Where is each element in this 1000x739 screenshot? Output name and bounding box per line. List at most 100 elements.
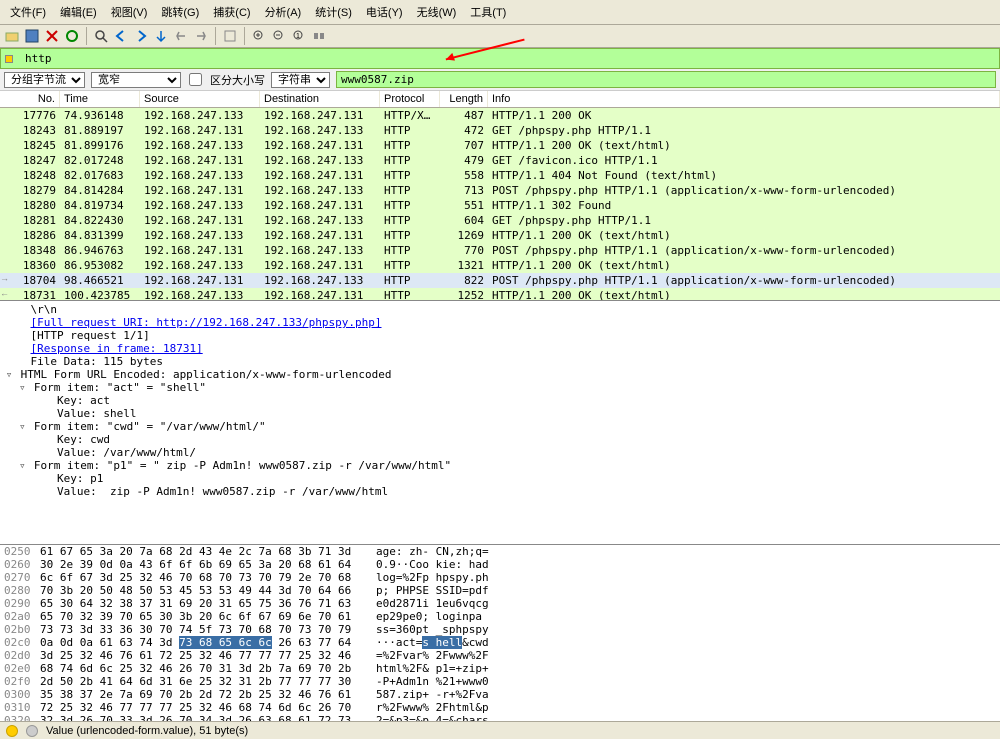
reload-icon[interactable] (64, 28, 80, 44)
search-input[interactable]: www0587.zip (336, 71, 996, 88)
display-filter-input[interactable] (21, 51, 995, 66)
hex-row[interactable]: 029065 30 64 32 38 37 31 69 20 31 65 75 … (0, 597, 1000, 610)
packet-row[interactable]: 1824882.017683192.168.247.133192.168.247… (0, 168, 1000, 183)
zoom-out-icon[interactable] (271, 28, 287, 44)
hex-row[interactable]: 025061 67 65 3a 20 7a 68 2d 43 4e 2c 7a … (0, 545, 1000, 558)
column-header[interactable]: Length (440, 91, 488, 107)
save-icon[interactable] (24, 28, 40, 44)
last-icon[interactable] (193, 28, 209, 44)
related-arrow-icon: → (0, 273, 9, 283)
capture-info-icon[interactable] (26, 725, 38, 737)
packet-details[interactable]: \r\n [Full request URI: http://192.168.2… (0, 301, 1000, 545)
forward-icon[interactable] (133, 28, 149, 44)
hex-row[interactable]: 028070 3b 20 50 48 50 53 45 53 53 49 44 … (0, 584, 1000, 597)
search-width-select[interactable]: 宽窄 (91, 72, 181, 88)
packet-list-header: No.TimeSourceDestinationProtocolLengthIn… (0, 91, 1000, 108)
menu-item[interactable]: 无线(W) (411, 2, 463, 22)
search-type-select[interactable]: 字符串 (271, 72, 330, 88)
packet-row[interactable]: 1834886.946763192.168.247.131192.168.247… (0, 243, 1000, 258)
hex-row[interactable]: 02e068 74 6d 6c 25 32 46 26 70 31 3d 2b … (0, 662, 1000, 675)
search-scope-select[interactable]: 分组字节流 (4, 72, 85, 88)
column-header[interactable]: Source (140, 91, 260, 107)
hex-row[interactable]: 02706c 6f 67 3d 25 32 46 70 68 70 73 70 … (0, 571, 1000, 584)
case-sensitive-checkbox[interactable] (189, 73, 202, 86)
detail-line[interactable]: Value: shell (0, 407, 1000, 420)
jump-icon[interactable] (153, 28, 169, 44)
menu-item[interactable]: 工具(T) (464, 2, 512, 22)
hex-row[interactable]: 02c00a 0d 0a 61 63 74 3d 73 68 65 6c 6c … (0, 636, 1000, 649)
hex-row[interactable]: 030035 38 37 2e 7a 69 70 2b 2d 72 2b 25 … (0, 688, 1000, 701)
first-icon[interactable] (173, 28, 189, 44)
detail-line[interactable]: ▿ HTML Form URL Encoded: application/x-w… (0, 368, 1000, 381)
menu-item[interactable]: 电话(Y) (360, 2, 409, 22)
column-header[interactable]: Info (488, 91, 1000, 107)
detail-line[interactable]: \r\n (0, 303, 1000, 316)
menu-item[interactable]: 捕获(C) (207, 2, 256, 22)
resize-icon[interactable] (311, 28, 327, 44)
packet-row[interactable]: 1836086.953082192.168.247.133192.168.247… (0, 258, 1000, 273)
packet-list[interactable]: No.TimeSourceDestinationProtocolLengthIn… (0, 91, 1000, 301)
detail-line[interactable]: Key: act (0, 394, 1000, 407)
packet-row[interactable]: 1824581.899176192.168.247.133192.168.247… (0, 138, 1000, 153)
zoom-in-icon[interactable] (251, 28, 267, 44)
packet-row[interactable]: 1828184.822430192.168.247.131192.168.247… (0, 213, 1000, 228)
status-text: Value (urlencoded-form.value), 51 byte(s… (46, 725, 248, 737)
packet-row[interactable]: 1824381.889197192.168.247.131192.168.247… (0, 123, 1000, 138)
detail-line[interactable]: ▿ Form item: "p1" = " zip -P Adm1n! www0… (0, 459, 1000, 472)
hex-dump[interactable]: 025061 67 65 3a 20 7a 68 2d 43 4e 2c 7a … (0, 545, 1000, 728)
detail-line[interactable]: Value: zip -P Adm1n! www0587.zip -r /var… (0, 485, 1000, 498)
packet-row[interactable]: 1777674.936148192.168.247.133192.168.247… (0, 108, 1000, 123)
detail-line[interactable]: Key: cwd (0, 433, 1000, 446)
find-bar: 分组字节流 宽窄 区分大小写 字符串 www0587.zip (0, 69, 1000, 91)
packet-row[interactable]: 1824782.017248192.168.247.131192.168.247… (0, 153, 1000, 168)
detail-link[interactable]: [Full request URI: http://192.168.247.13… (31, 316, 382, 329)
tree-toggle-icon[interactable]: ▿ (17, 420, 27, 433)
detail-link[interactable]: [Response in frame: 18731] (31, 342, 203, 355)
back-icon[interactable] (113, 28, 129, 44)
status-bar: Value (urlencoded-form.value), 51 byte(s… (0, 721, 1000, 739)
expert-info-icon[interactable] (6, 725, 18, 737)
detail-line[interactable]: [Response in frame: 18731] (0, 342, 1000, 355)
case-label: 区分大小写 (210, 72, 265, 88)
close-icon[interactable] (44, 28, 60, 44)
tree-toggle-icon[interactable]: ▿ (17, 381, 27, 394)
detail-line[interactable]: ▿ Form item: "act" = "shell" (0, 381, 1000, 394)
detail-line[interactable]: [Full request URI: http://192.168.247.13… (0, 316, 1000, 329)
menu-item[interactable]: 文件(F) (4, 2, 52, 22)
packet-row[interactable]: 1827984.814284192.168.247.131192.168.247… (0, 183, 1000, 198)
packet-row[interactable]: 1828084.819734192.168.247.133192.168.247… (0, 198, 1000, 213)
hex-row[interactable]: 02b073 73 3d 33 36 30 70 74 5f 73 70 68 … (0, 623, 1000, 636)
tree-toggle-icon[interactable]: ▿ (4, 368, 14, 381)
zoom-reset-icon[interactable]: 1 (291, 28, 307, 44)
tree-toggle-icon[interactable]: ▿ (17, 459, 27, 472)
detail-line[interactable]: Key: p1 (0, 472, 1000, 485)
find-icon[interactable] (93, 28, 109, 44)
column-header[interactable]: Destination (260, 91, 380, 107)
autoscroll-icon[interactable] (222, 28, 238, 44)
detail-line[interactable]: File Data: 115 bytes (0, 355, 1000, 368)
menu-item[interactable]: 视图(V) (105, 2, 154, 22)
menu-item[interactable]: 分析(A) (259, 2, 308, 22)
filter-indicator (5, 55, 13, 63)
hex-row[interactable]: 026030 2e 39 0d 0a 43 6f 6f 6b 69 65 3a … (0, 558, 1000, 571)
column-header[interactable]: No. (0, 91, 60, 107)
hex-row[interactable]: 02d03d 25 32 46 76 61 72 25 32 46 77 77 … (0, 649, 1000, 662)
open-icon[interactable] (4, 28, 20, 44)
column-header[interactable]: Time (60, 91, 140, 107)
packet-row[interactable]: 1870498.466521192.168.247.131192.168.247… (0, 273, 1000, 288)
hex-row[interactable]: 031072 25 32 46 77 77 77 25 32 46 68 74 … (0, 701, 1000, 714)
packet-row[interactable]: 18731100.423785192.168.247.133192.168.24… (0, 288, 1000, 301)
detail-line[interactable]: [HTTP request 1/1] (0, 329, 1000, 342)
hex-row[interactable]: 02a065 70 32 39 70 65 30 3b 20 6c 6f 67 … (0, 610, 1000, 623)
column-header[interactable]: Protocol (380, 91, 440, 107)
packet-row[interactable]: 1828684.831399192.168.247.133192.168.247… (0, 228, 1000, 243)
main-toolbar: 1 (0, 25, 1000, 48)
menu-item[interactable]: 统计(S) (309, 2, 358, 22)
detail-line[interactable]: ▿ Form item: "cwd" = "/var/www/html/" (0, 420, 1000, 433)
detail-line[interactable]: Value: /var/www/html/ (0, 446, 1000, 459)
menu-item[interactable]: 编辑(E) (54, 2, 103, 22)
menu-item[interactable]: 跳转(G) (155, 2, 205, 22)
hex-row[interactable]: 02f02d 50 2b 41 64 6d 31 6e 25 32 31 2b … (0, 675, 1000, 688)
related-arrow-icon: ← (0, 288, 9, 298)
svg-text:1: 1 (296, 33, 300, 40)
